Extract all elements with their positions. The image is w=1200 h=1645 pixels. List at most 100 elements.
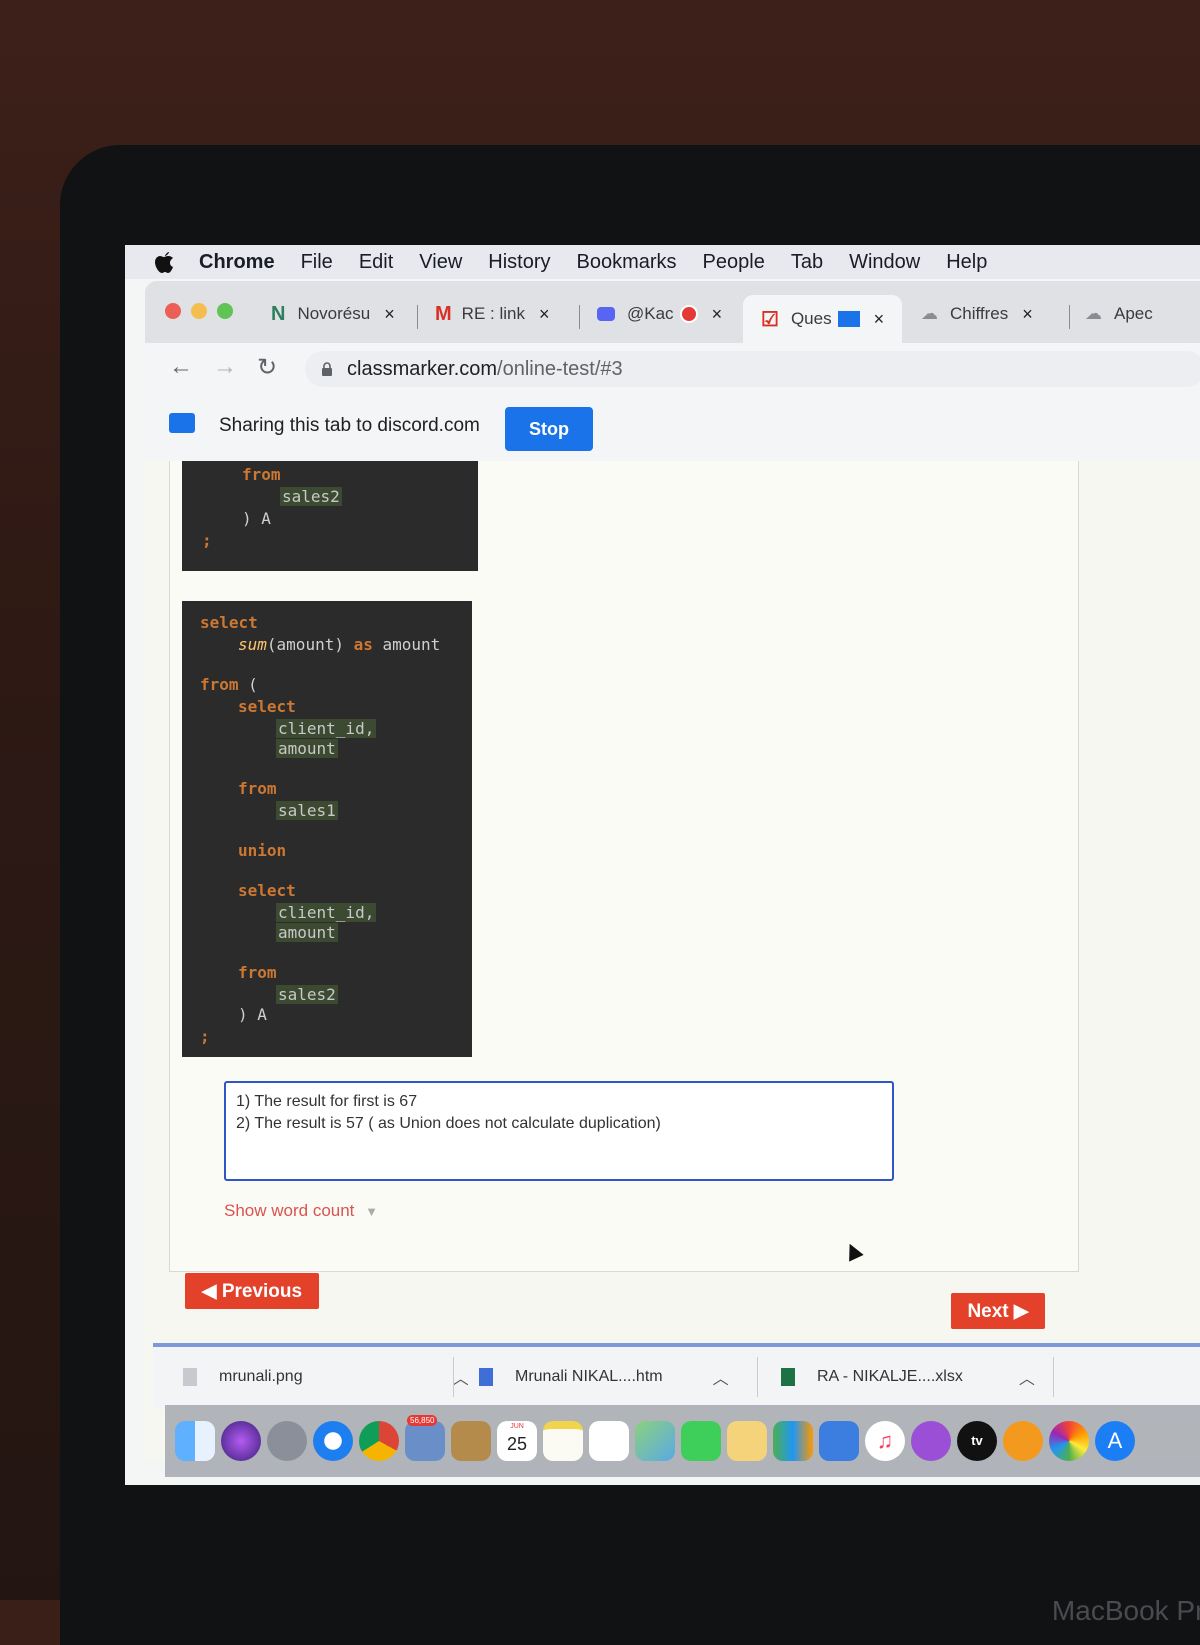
close-window-button[interactable] [165, 303, 181, 319]
tab-strip: N Novorésu × M RE : link × @Kac × ☑ Ques… [145, 281, 1200, 343]
caret-down-icon: ▼ [365, 1204, 379, 1219]
menu-file[interactable]: File [301, 251, 333, 274]
address-bar[interactable]: classmarker.com /online-test/#3 [305, 351, 1200, 387]
next-label: Next [967, 1300, 1009, 1322]
notes-icon[interactable] [543, 1421, 583, 1461]
download-filename: RA - NIKALJE....xlsx [817, 1368, 963, 1385]
gmail-icon: M [435, 302, 452, 325]
tab-close-icon[interactable]: × [539, 304, 550, 325]
contacts-icon[interactable] [451, 1421, 491, 1461]
app-store-icon[interactable]: A [1095, 1421, 1135, 1461]
code-column-label: amount [276, 739, 338, 758]
notion-n-icon: N [271, 302, 286, 325]
question-panel: from sales2 ) A ; select sum(amount) as … [169, 461, 1079, 1272]
menu-help[interactable]: Help [946, 251, 987, 274]
photos-icon[interactable] [1049, 1421, 1089, 1461]
tab-chiffres[interactable]: ☁ Chiffres × [921, 295, 1033, 333]
tab-close-icon[interactable]: × [712, 304, 723, 325]
minimize-window-button[interactable] [191, 303, 207, 319]
chevron-up-icon[interactable]: ︿ [1019, 1365, 1035, 1389]
tab-label: Ques [790, 309, 832, 328]
tab-close-icon[interactable]: × [384, 304, 395, 325]
tab-gmail[interactable]: M RE : link × [435, 295, 549, 333]
apec-icon: ☁ [921, 304, 938, 323]
menu-people[interactable]: People [703, 251, 765, 274]
calendar-day: 25 [506, 1434, 528, 1454]
tab-close-icon[interactable]: × [874, 309, 885, 330]
menu-history[interactable]: History [488, 251, 550, 274]
code-table-label: sales2 [280, 487, 342, 506]
code-select-keyword: select [200, 613, 258, 632]
back-arrow-icon[interactable]: ← [169, 353, 193, 381]
menu-edit[interactable]: Edit [359, 251, 393, 274]
tab-separator [579, 305, 580, 329]
code-table-name: sales2 [280, 487, 342, 507]
download-item[interactable]: RA - NIKALJE....xlsx ︿ [781, 1365, 1035, 1389]
tab-novoresume[interactable]: N Novorésu × [271, 295, 395, 333]
download-filename: Mrunali NIKAL....htm [515, 1368, 663, 1385]
next-button[interactable]: Next ▶ [951, 1293, 1045, 1329]
zoom-window-button[interactable] [217, 303, 233, 319]
forward-arrow-icon[interactable]: → [213, 353, 237, 381]
keynote-icon[interactable] [727, 1421, 767, 1461]
facetime-icon[interactable] [681, 1421, 721, 1461]
safari-icon[interactable] [313, 1421, 353, 1461]
code-table-label: sales1 [276, 801, 338, 820]
code-semicolon: ; [202, 531, 212, 550]
music-icon[interactable]: ♫ [865, 1421, 905, 1461]
reminders-icon[interactable] [589, 1421, 629, 1461]
keynote-podium-icon[interactable] [819, 1421, 859, 1461]
launchpad-icon[interactable] [267, 1421, 307, 1461]
code-from-keyword: from [242, 465, 281, 484]
tab-apec[interactable]: ☁ Apec [1085, 295, 1153, 333]
numbers-icon[interactable] [773, 1421, 813, 1461]
show-word-count-link[interactable]: Show word count ▼ [224, 1201, 378, 1221]
image-file-icon [183, 1368, 197, 1386]
recording-icon [679, 305, 698, 323]
tab-separator [417, 305, 418, 329]
checkmark-icon: ☑ [761, 308, 779, 331]
menu-window[interactable]: Window [849, 251, 920, 274]
word-count-label: Show word count [224, 1201, 355, 1220]
reload-icon[interactable]: ↻ [257, 353, 277, 382]
code-select-keyword: select [238, 881, 296, 900]
menu-chrome[interactable]: Chrome [199, 251, 275, 274]
code-column: amount [276, 739, 338, 759]
books-icon[interactable] [1003, 1421, 1043, 1461]
code-from-keyword: from [238, 963, 277, 982]
podcasts-icon[interactable] [911, 1421, 951, 1461]
chrome-icon[interactable] [359, 1421, 399, 1461]
download-separator [453, 1357, 454, 1397]
tab-discord[interactable]: @Kac × [597, 295, 722, 333]
tab-question-active[interactable]: ☑ Ques × [743, 295, 903, 343]
code-sum-function: sum [238, 635, 267, 654]
menu-tab[interactable]: Tab [791, 251, 823, 274]
chevron-up-icon[interactable]: ︿ [453, 1365, 469, 1389]
code-as-keyword: as [353, 635, 373, 654]
url-path: /online-test/#3 [497, 357, 623, 380]
code-column: client_id, [276, 903, 377, 923]
code-semicolon: ; [200, 1027, 210, 1046]
download-item[interactable]: Mrunali NIKAL....htm ︿ [479, 1365, 729, 1389]
stop-sharing-button[interactable]: Stop [505, 407, 593, 451]
code-table-name: sales2 [276, 985, 338, 1005]
download-separator [1053, 1357, 1054, 1397]
chevron-up-icon[interactable]: ︿ [713, 1365, 729, 1389]
answer-textarea[interactable]: 1) The result for first is 67 2) The res… [224, 1081, 894, 1181]
mail-icon[interactable]: 56,850 [405, 1415, 445, 1461]
menu-bookmarks[interactable]: Bookmarks [577, 251, 677, 274]
maps-icon[interactable] [635, 1421, 675, 1461]
apple-tv-icon[interactable]: tv [957, 1421, 997, 1461]
download-item[interactable]: mrunali.png ︿ [183, 1365, 469, 1389]
finder-icon[interactable] [175, 1421, 215, 1461]
siri-icon[interactable] [221, 1421, 261, 1461]
discord-icon [597, 307, 615, 321]
code-image-top: from sales2 ) A ; [182, 461, 478, 571]
menu-view[interactable]: View [419, 251, 462, 274]
tab-close-icon[interactable]: × [1022, 304, 1033, 325]
code-table-name: sales1 [276, 801, 338, 821]
apple-icon[interactable] [153, 250, 175, 274]
previous-button[interactable]: ◀ Previous [185, 1273, 319, 1309]
calendar-icon[interactable]: JUN 25 [497, 1421, 537, 1461]
tab-sharing-bar: Sharing this tab to discord.com Stop [145, 395, 1200, 462]
